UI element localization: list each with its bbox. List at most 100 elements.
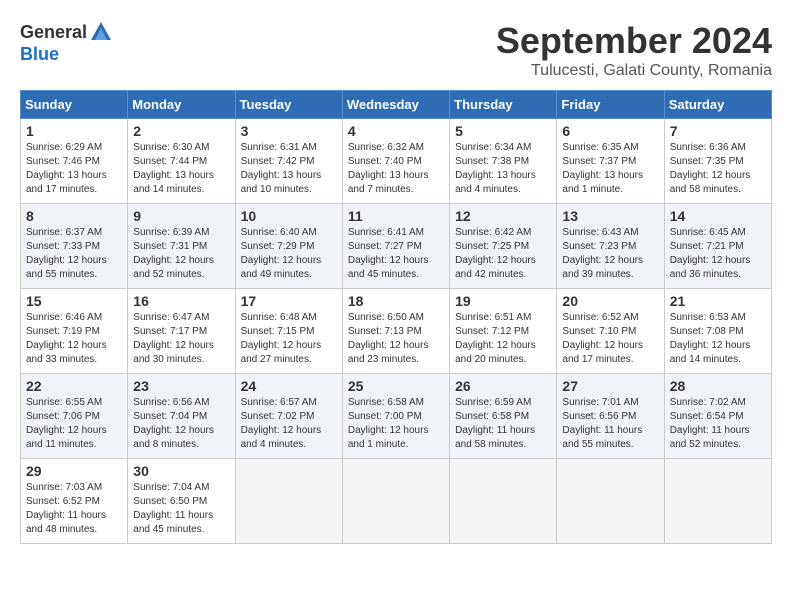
table-row: 24Sunrise: 6:57 AMSunset: 7:02 PMDayligh… [235, 374, 342, 459]
table-row [342, 459, 449, 544]
title-section: September 2024 Tulucesti, Galati County,… [496, 20, 772, 80]
day-number: 18 [348, 293, 444, 309]
location: Tulucesti, Galati County, Romania [496, 62, 772, 80]
day-number: 23 [133, 378, 229, 394]
table-row: 13Sunrise: 6:43 AMSunset: 7:23 PMDayligh… [557, 204, 664, 289]
table-row: 17 Sunrise: 6:48 AMSunset: 7:15 PMDayligh… [235, 289, 342, 374]
table-row: 22Sunrise: 6:55 AMSunset: 7:06 PMDayligh… [21, 374, 128, 459]
table-row: 27Sunrise: 7:01 AMSunset: 6:56 PMDayligh… [557, 374, 664, 459]
day-info: Sunrise: 6:37 AMSunset: 7:33 PMDaylight:… [26, 226, 122, 282]
day-info: Sunrise: 6:39 AMSunset: 7:31 PMDaylight:… [133, 226, 229, 282]
day-info: Sunrise: 7:02 AMSunset: 6:54 PMDaylight:… [670, 396, 766, 452]
month-title: September 2024 [496, 20, 772, 62]
logo-blue: Blue [20, 44, 59, 65]
day-info: Sunrise: 6:42 AMSunset: 7:25 PMDaylight:… [455, 226, 551, 282]
day-info: Sunrise: 6:48 AMSunset: 7:15 PMDaylight:… [241, 311, 337, 367]
header-sunday: Sunday [21, 91, 128, 119]
day-number: 9 [133, 208, 229, 224]
day-number: 26 [455, 378, 551, 394]
day-number: 20 [562, 293, 658, 309]
header-wednesday: Wednesday [342, 91, 449, 119]
day-info: Sunrise: 6:34 AMSunset: 7:38 PMDaylight:… [455, 141, 551, 197]
day-info: Sunrise: 6:29 AMSunset: 7:46 PMDaylight:… [26, 141, 122, 197]
calendar-week-row: 15 Sunrise: 6:46 AMSunset: 7:19 PMDayligh… [21, 289, 772, 374]
table-row: 29Sunrise: 7:03 AMSunset: 6:52 PMDayligh… [21, 459, 128, 544]
calendar-table: Sunday Monday Tuesday Wednesday Thursday… [20, 90, 772, 544]
day-number: 16 [133, 293, 229, 309]
header-thursday: Thursday [450, 91, 557, 119]
day-number: 15 [26, 293, 122, 309]
table-row: 9 Sunrise: 6:39 AMSunset: 7:31 PMDaylight… [128, 204, 235, 289]
table-row: 25Sunrise: 6:58 AMSunset: 7:00 PMDayligh… [342, 374, 449, 459]
day-number: 28 [670, 378, 766, 394]
day-number: 8 [26, 208, 122, 224]
day-number: 21 [670, 293, 766, 309]
calendar-header-row: Sunday Monday Tuesday Wednesday Thursday… [21, 91, 772, 119]
logo-general: General [20, 22, 87, 43]
table-row [450, 459, 557, 544]
table-row: 21Sunrise: 6:53 AMSunset: 7:08 PMDayligh… [664, 289, 771, 374]
day-info: Sunrise: 6:41 AMSunset: 7:27 PMDaylight:… [348, 226, 444, 282]
logo: General Blue [20, 20, 113, 65]
table-row [557, 459, 664, 544]
table-row [664, 459, 771, 544]
day-number: 19 [455, 293, 551, 309]
header-tuesday: Tuesday [235, 91, 342, 119]
table-row: 15 Sunrise: 6:46 AMSunset: 7:19 PMDayligh… [21, 289, 128, 374]
day-info: Sunrise: 7:03 AMSunset: 6:52 PMDaylight:… [26, 481, 122, 537]
table-row: 1 Sunrise: 6:29 AMSunset: 7:46 PMDaylight… [21, 119, 128, 204]
day-info: Sunrise: 6:46 AMSunset: 7:19 PMDaylight:… [26, 311, 122, 367]
day-number: 4 [348, 123, 444, 139]
table-row: 26 Sunrise: 6:59 AMSunset: 6:58 PMDayligh… [450, 374, 557, 459]
day-info: Sunrise: 6:59 AMSunset: 6:58 PMDaylight:… [455, 396, 551, 452]
day-info: Sunrise: 6:45 AMSunset: 7:21 PMDaylight:… [670, 226, 766, 282]
day-number: 27 [562, 378, 658, 394]
day-info: Sunrise: 6:58 AMSunset: 7:00 PMDaylight:… [348, 396, 444, 452]
day-info: Sunrise: 6:56 AMSunset: 7:04 PMDaylight:… [133, 396, 229, 452]
day-info: Sunrise: 7:04 AMSunset: 6:50 PMDaylight:… [133, 481, 229, 537]
day-number: 2 [133, 123, 229, 139]
page-header: General Blue September 2024 Tulucesti, G… [20, 20, 772, 80]
header-friday: Friday [557, 91, 664, 119]
day-info: Sunrise: 6:36 AMSunset: 7:35 PMDaylight:… [670, 141, 766, 197]
day-number: 5 [455, 123, 551, 139]
table-row: 8 Sunrise: 6:37 AMSunset: 7:33 PMDaylight… [21, 204, 128, 289]
day-info: Sunrise: 6:40 AMSunset: 7:29 PMDaylight:… [241, 226, 337, 282]
calendar-week-row: 22Sunrise: 6:55 AMSunset: 7:06 PMDayligh… [21, 374, 772, 459]
day-info: Sunrise: 6:55 AMSunset: 7:06 PMDaylight:… [26, 396, 122, 452]
table-row [235, 459, 342, 544]
table-row: 16 Sunrise: 6:47 AMSunset: 7:17 PMDayligh… [128, 289, 235, 374]
table-row: 2 Sunrise: 6:30 AMSunset: 7:44 PMDaylight… [128, 119, 235, 204]
day-info: Sunrise: 6:32 AMSunset: 7:40 PMDaylight:… [348, 141, 444, 197]
day-info: Sunrise: 6:47 AMSunset: 7:17 PMDaylight:… [133, 311, 229, 367]
table-row: 23 Sunrise: 6:56 AMSunset: 7:04 PMDayligh… [128, 374, 235, 459]
header-monday: Monday [128, 91, 235, 119]
day-number: 11 [348, 208, 444, 224]
day-number: 17 [241, 293, 337, 309]
calendar-week-row: 1 Sunrise: 6:29 AMSunset: 7:46 PMDaylight… [21, 119, 772, 204]
table-row: 10 Sunrise: 6:40 AMSunset: 7:29 PMDayligh… [235, 204, 342, 289]
day-info: Sunrise: 6:43 AMSunset: 7:23 PMDaylight:… [562, 226, 658, 282]
table-row: 28 Sunrise: 7:02 AMSunset: 6:54 PMDayligh… [664, 374, 771, 459]
day-info: Sunrise: 6:50 AMSunset: 7:13 PMDaylight:… [348, 311, 444, 367]
table-row: 3Sunrise: 6:31 AMSunset: 7:42 PMDaylight… [235, 119, 342, 204]
day-number: 10 [241, 208, 337, 224]
table-row: 7Sunrise: 6:36 AMSunset: 7:35 PMDaylight… [664, 119, 771, 204]
day-info: Sunrise: 6:30 AMSunset: 7:44 PMDaylight:… [133, 141, 229, 197]
day-info: Sunrise: 6:35 AMSunset: 7:37 PMDaylight:… [562, 141, 658, 197]
header-saturday: Saturday [664, 91, 771, 119]
day-info: Sunrise: 6:31 AMSunset: 7:42 PMDaylight:… [241, 141, 337, 197]
day-number: 30 [133, 463, 229, 479]
table-row: 11 Sunrise: 6:41 AMSunset: 7:27 PMDayligh… [342, 204, 449, 289]
calendar-week-row: 8 Sunrise: 6:37 AMSunset: 7:33 PMDaylight… [21, 204, 772, 289]
table-row: 4 Sunrise: 6:32 AMSunset: 7:40 PMDaylight… [342, 119, 449, 204]
day-info: Sunrise: 6:51 AMSunset: 7:12 PMDaylight:… [455, 311, 551, 367]
day-number: 14 [670, 208, 766, 224]
day-number: 1 [26, 123, 122, 139]
table-row: 30 Sunrise: 7:04 AMSunset: 6:50 PMDayligh… [128, 459, 235, 544]
table-row: 6Sunrise: 6:35 AMSunset: 7:37 PMDaylight… [557, 119, 664, 204]
day-info: Sunrise: 6:52 AMSunset: 7:10 PMDaylight:… [562, 311, 658, 367]
table-row: 5 Sunrise: 6:34 AMSunset: 7:38 PMDaylight… [450, 119, 557, 204]
calendar-week-row: 29Sunrise: 7:03 AMSunset: 6:52 PMDayligh… [21, 459, 772, 544]
table-row: 14 Sunrise: 6:45 AMSunset: 7:21 PMDayligh… [664, 204, 771, 289]
